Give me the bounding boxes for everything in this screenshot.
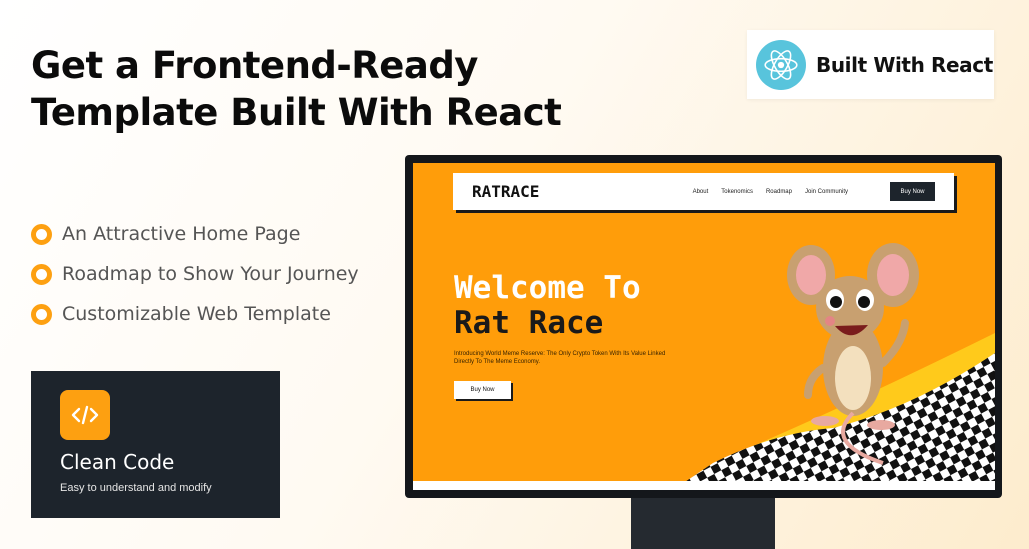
- feature-list: An Attractive Home Page Roadmap to Show …: [31, 214, 359, 334]
- hero-title-line-2: Rat Race: [454, 305, 604, 341]
- headline-line-2: Template Built With React: [31, 91, 562, 134]
- hero-title: Welcome To Rat Race: [454, 271, 641, 341]
- feature-item: Customizable Web Template: [31, 294, 359, 334]
- site-brand-logo[interactable]: RATRACE: [472, 182, 539, 201]
- clean-code-subtitle: Easy to understand and modify: [60, 482, 212, 494]
- clean-code-card: Clean Code Easy to understand and modify: [31, 371, 280, 518]
- badge-label: Built With React: [816, 52, 993, 77]
- site-nav-links: About Tokenomics Roadmap Join Community: [693, 173, 848, 210]
- hero-buy-now-button[interactable]: Buy Now: [454, 381, 511, 399]
- nav-link-roadmap[interactable]: Roadmap: [766, 189, 792, 195]
- code-icon: [60, 390, 110, 440]
- feature-label: Customizable Web Template: [62, 303, 331, 325]
- site-navbar: RATRACE About Tokenomics Roadmap Join Co…: [453, 173, 954, 210]
- website-preview-screen: RATRACE About Tokenomics Roadmap Join Co…: [413, 163, 995, 490]
- monitor-stand: [631, 497, 775, 549]
- hero-subtitle: Introducing World Meme Reserve: The Only…: [454, 351, 666, 365]
- headline-line-1: Get a Frontend-Ready: [31, 44, 478, 87]
- bullet-ring-icon: [31, 223, 52, 245]
- hero-title-line-1: Welcome To: [454, 270, 641, 306]
- feature-item: An Attractive Home Page: [31, 214, 359, 254]
- nav-link-join-community[interactable]: Join Community: [805, 189, 848, 195]
- nav-link-about[interactable]: About: [693, 189, 709, 195]
- built-with-react-badge: Built With React: [747, 30, 994, 99]
- react-atom-icon: [756, 39, 806, 90]
- feature-item: Roadmap to Show Your Journey: [31, 254, 359, 294]
- bullet-ring-icon: [31, 303, 52, 325]
- nav-link-tokenomics[interactable]: Tokenomics: [721, 189, 753, 195]
- screen-bottom-strip: [413, 481, 995, 490]
- page-headline: Get a Frontend-Ready Template Built With…: [31, 42, 562, 136]
- nav-buy-now-button[interactable]: Buy Now: [890, 182, 935, 201]
- clean-code-title: Clean Code: [60, 450, 175, 474]
- feature-label: An Attractive Home Page: [62, 223, 301, 245]
- feature-label: Roadmap to Show Your Journey: [62, 263, 359, 285]
- bullet-ring-icon: [31, 263, 52, 285]
